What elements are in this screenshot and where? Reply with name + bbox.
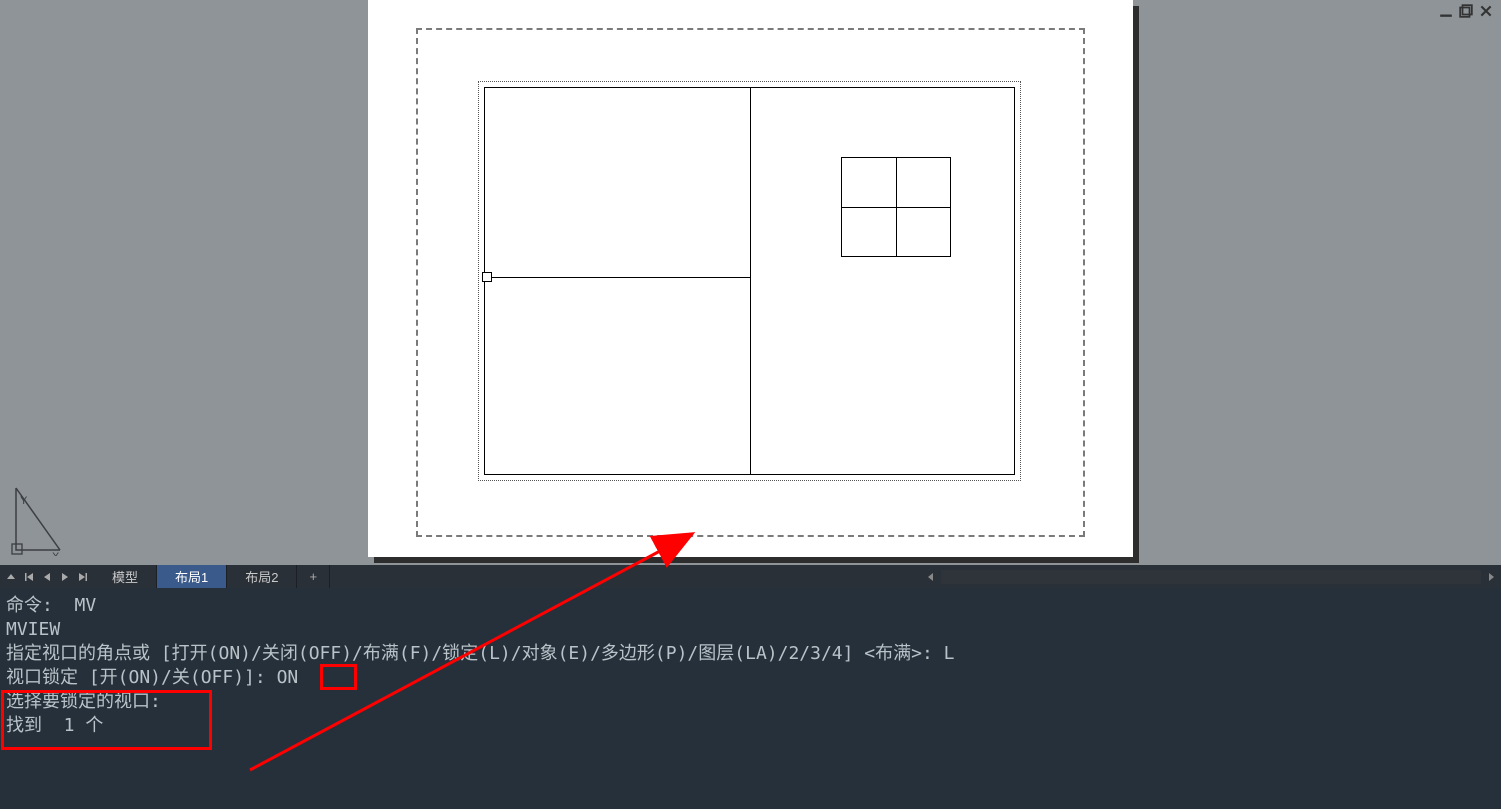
tab-first-icon[interactable]: [20, 567, 38, 587]
close-button[interactable]: [1479, 4, 1493, 18]
command-history-line: 视口锁定 [开(ON)/关(OFF)]: ON: [6, 666, 1495, 690]
command-history-line: 命令: MV: [6, 594, 1495, 618]
tab-nav-group: [0, 565, 94, 588]
command-history-line: 找到 1 个: [6, 714, 1495, 738]
drawing-grid-object: [841, 157, 951, 257]
viewport[interactable]: [484, 87, 1015, 475]
minimize-button[interactable]: [1439, 4, 1453, 18]
drawing-vertical-line: [750, 88, 751, 474]
restore-button[interactable]: [1459, 4, 1473, 18]
command-history-line: MVIEW: [6, 618, 1495, 642]
command-history-line: 选择要锁定的视口:: [6, 690, 1495, 714]
scroll-left-icon[interactable]: [921, 567, 941, 587]
window-controls: [1439, 4, 1493, 18]
drawing-horizontal-line: [485, 277, 750, 278]
tab-add-button[interactable]: +: [297, 565, 330, 588]
ucs-y-label: Y: [20, 495, 28, 507]
tab-menu-up-icon[interactable]: [2, 567, 20, 587]
scrollbar-track[interactable]: [941, 570, 1481, 584]
horizontal-scrollbar[interactable]: [921, 565, 1501, 588]
ucs-icon: Y X: [8, 484, 64, 556]
scroll-right-icon[interactable]: [1481, 567, 1501, 587]
viewport-frame[interactable]: [478, 81, 1021, 481]
ucs-x-label: X: [52, 551, 60, 556]
tab-prev-icon[interactable]: [38, 567, 56, 587]
command-history-line: 指定视口的角点或 [打开(ON)/关闭(OFF)/布满(F)/锁定(L)/对象(…: [6, 642, 1495, 666]
drawing-canvas[interactable]: Y X: [0, 0, 1501, 565]
tab-layout1[interactable]: 布局1: [157, 565, 227, 588]
tab-layout2[interactable]: 布局2: [227, 565, 297, 588]
command-input-value: ON: [277, 667, 299, 688]
tab-model[interactable]: 模型: [94, 565, 157, 588]
tab-last-icon[interactable]: [74, 567, 92, 587]
selection-grip[interactable]: [482, 272, 492, 282]
tab-next-icon[interactable]: [56, 567, 74, 587]
paper-sheet: [368, 0, 1133, 557]
layout-tabs-bar: 模型 布局1 布局2 +: [0, 565, 1501, 588]
command-line-panel[interactable]: 命令: MV MVIEW 指定视口的角点或 [打开(ON)/关闭(OFF)/布满…: [0, 588, 1501, 809]
